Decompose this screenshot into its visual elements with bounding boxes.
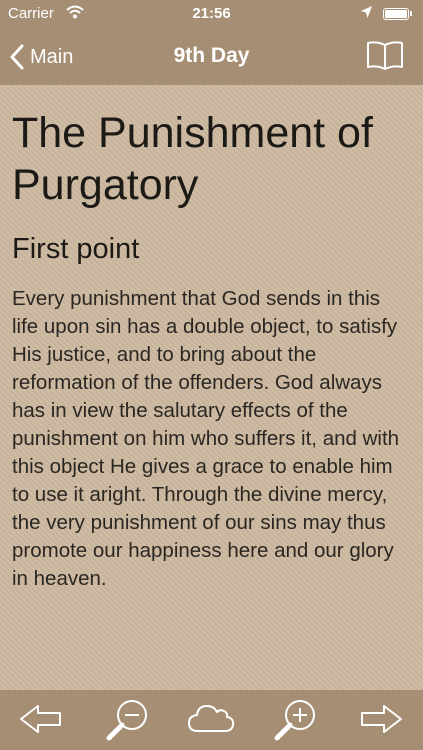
page-title: 9th Day — [173, 44, 250, 67]
section-heading: First point — [12, 233, 140, 265]
zoom-in-icon — [274, 700, 315, 741]
battery-icon — [383, 8, 412, 20]
reading-content[interactable]: The Punishment of Purgatory First point … — [0, 85, 423, 690]
navigation-bar: Main 9th Day — [0, 28, 423, 85]
cloud-icon — [188, 705, 235, 732]
zoom-out-button[interactable] — [104, 696, 152, 749]
arrow-left-icon — [20, 705, 61, 733]
chapter-heading: The Punishment of Purgatory — [12, 109, 373, 209]
body-paragraph: Every punishment that God sends in this … — [12, 287, 400, 590]
book-button[interactable] — [366, 40, 404, 77]
previous-button[interactable] — [18, 696, 64, 747]
bottom-toolbar — [0, 690, 423, 750]
book-icon — [367, 41, 403, 70]
location-arrow-icon — [360, 5, 373, 23]
cloud-button[interactable] — [186, 696, 236, 747]
zoom-out-icon — [106, 700, 147, 741]
zoom-in-button[interactable] — [272, 696, 320, 749]
arrow-right-icon — [361, 705, 402, 733]
next-button[interactable] — [358, 696, 404, 747]
status-bar: Carrier 21:56 — [0, 0, 423, 28]
